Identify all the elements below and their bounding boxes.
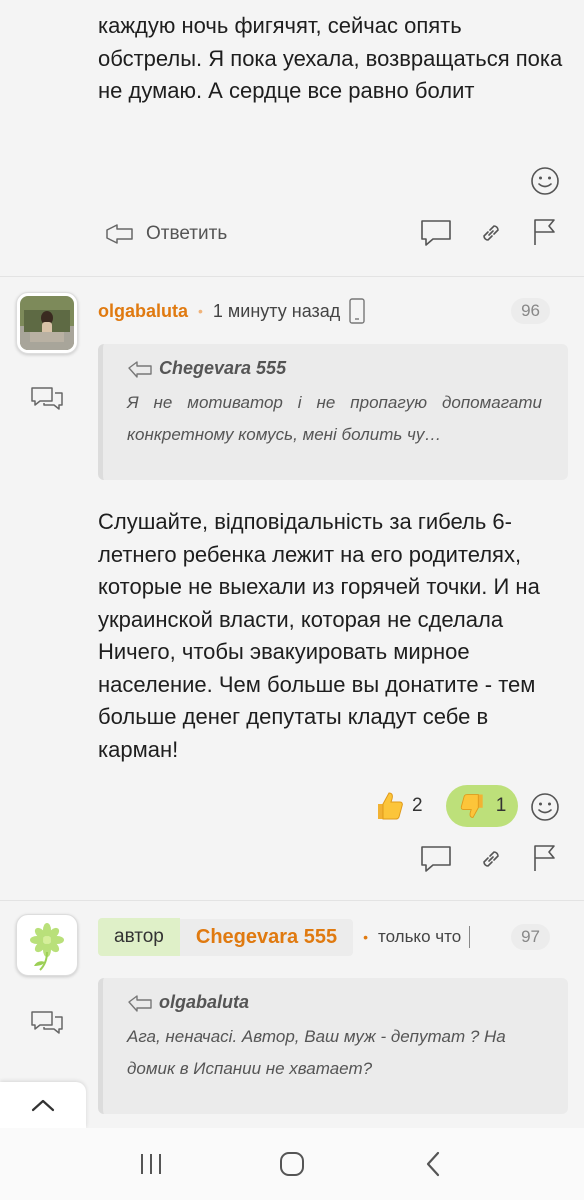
- mobile-phone-icon: [349, 298, 365, 324]
- link-button[interactable]: [476, 844, 506, 874]
- home-button[interactable]: [272, 1144, 312, 1184]
- flag-icon: [534, 219, 555, 245]
- like-button[interactable]: 2: [372, 786, 432, 826]
- comment-divider: [0, 900, 584, 901]
- chat-bubbles-icon: [31, 387, 63, 410]
- quote-text: Я не мотиватор і не пропагую допомагати …: [127, 393, 542, 444]
- quote-header: olgabaluta: [127, 992, 542, 1013]
- reply-arrow-icon: [106, 224, 133, 244]
- smiley-icon: [531, 793, 559, 821]
- comment-meta: автор Chegevara 555 • только что 97: [98, 916, 570, 958]
- dislike-button[interactable]: 1: [446, 785, 518, 827]
- chevron-up-icon: [31, 1099, 55, 1112]
- mobile-phone-icon: [469, 926, 473, 948]
- system-navigation-bar: [0, 1128, 584, 1200]
- username-link[interactable]: olgabaluta: [98, 301, 188, 322]
- reply-label: Ответить: [146, 223, 228, 244]
- timestamp: 1 минуту назад: [212, 300, 341, 321]
- speech-bubble-icon: [421, 846, 451, 872]
- home-icon: [279, 1152, 304, 1176]
- avatar-chegevara-555[interactable]: [16, 914, 78, 976]
- recent-apps-icon: [140, 1154, 161, 1174]
- comment-text: Слушайте, відповідальність за гибель 6-л…: [98, 509, 540, 762]
- back-button[interactable]: [413, 1144, 453, 1184]
- link-icon: [483, 851, 499, 867]
- comment-number: 96: [511, 298, 550, 324]
- quote-header: Chegevara 555: [127, 358, 542, 379]
- thumbs-up-icon: [378, 792, 403, 820]
- comment-bubble-button[interactable]: [418, 842, 454, 876]
- smiley-reaction-button[interactable]: [528, 164, 562, 198]
- like-count: 2: [412, 795, 423, 816]
- avatar-image: [20, 918, 74, 972]
- comment-meta: olgabaluta • 1 минуту назад 96: [98, 296, 570, 326]
- link-icon: [483, 225, 499, 241]
- separator-dot: •: [363, 929, 368, 945]
- chat-bubbles-icon: [31, 1011, 63, 1034]
- avatar-olgabaluta[interactable]: [16, 292, 78, 354]
- flag-icon: [534, 845, 555, 871]
- quoted-comment[interactable]: Chegevara 555 Я не мотиватор і не пропаг…: [98, 344, 568, 480]
- thumbs-down-icon: [460, 794, 483, 818]
- comment-number: 97: [511, 924, 550, 950]
- recent-apps-button[interactable]: [131, 1144, 171, 1184]
- author-badge: автор: [98, 918, 180, 956]
- timestamp: только что: [377, 927, 462, 946]
- avatar-image: [20, 296, 74, 350]
- quote-author: olgabaluta: [159, 992, 250, 1012]
- reply-bubble-button[interactable]: [30, 1008, 64, 1038]
- smiley-icon: [531, 167, 559, 195]
- comment-divider: [0, 276, 584, 277]
- dislike-count: 1: [495, 795, 507, 816]
- quote-text: Ага, неначасі. Автор, Ваш муж - депутат …: [127, 1027, 506, 1078]
- link-button[interactable]: [476, 218, 506, 248]
- report-flag-button[interactable]: [528, 842, 560, 874]
- quote-author: Chegevara 555: [159, 358, 287, 378]
- separator-dot: •: [198, 303, 203, 319]
- reply-button[interactable]: Ответить: [104, 218, 227, 250]
- flower-icon: [30, 923, 64, 971]
- smiley-reaction-button[interactable]: [528, 790, 562, 824]
- scroll-to-top-button[interactable]: [0, 1082, 86, 1128]
- back-chevron-icon: [427, 1151, 440, 1177]
- reply-arrow-icon: [128, 360, 152, 378]
- speech-bubble-icon: [421, 220, 451, 246]
- report-flag-button[interactable]: [528, 216, 560, 248]
- comment-text: каждую ночь фигячят, сейчас опять обстре…: [98, 13, 563, 103]
- quoted-comment[interactable]: olgabaluta Ага, неначасі. Автор, Ваш муж…: [98, 978, 568, 1114]
- username-link[interactable]: Chegevara 555: [179, 918, 354, 956]
- reply-bubble-button[interactable]: [30, 384, 64, 414]
- comment-bubble-button[interactable]: [418, 216, 454, 250]
- reply-arrow-icon: [128, 994, 152, 1012]
